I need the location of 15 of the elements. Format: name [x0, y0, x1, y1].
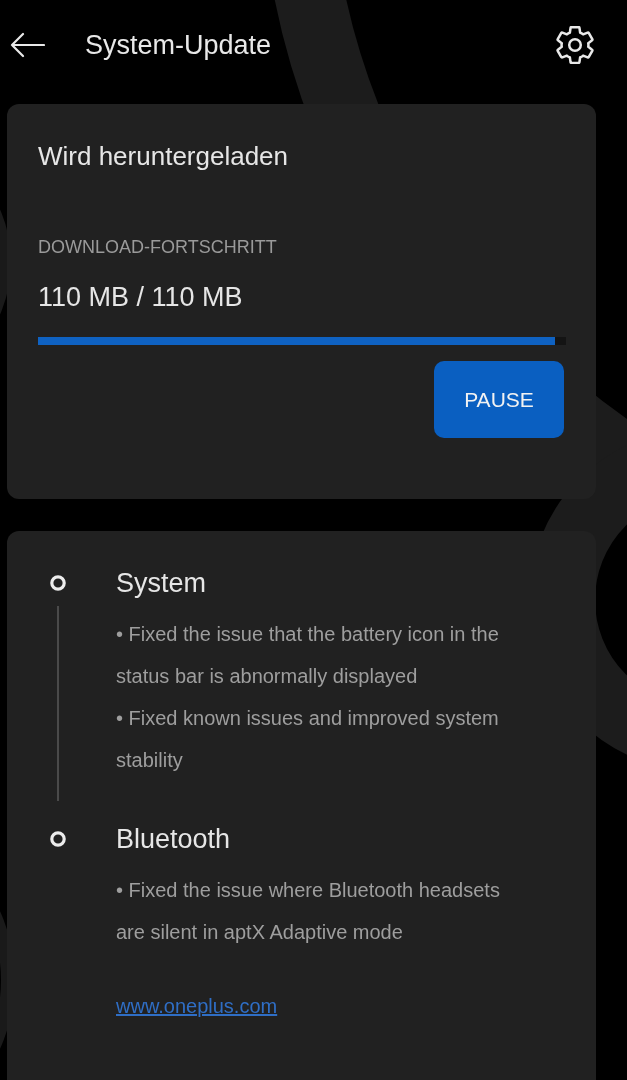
- section-title: System: [116, 567, 207, 600]
- screen-title: System-Update: [85, 29, 273, 61]
- website-link[interactable]: www.oneplus.com: [116, 985, 278, 1027]
- download-status: Wird heruntergeladen: [38, 140, 290, 172]
- section-title: Bluetooth: [116, 823, 231, 856]
- settings-icon[interactable]: [556, 26, 594, 64]
- timeline-ring-icon: [50, 831, 66, 847]
- progress-text: 110 MB / 110 MB: [38, 281, 244, 314]
- changelog-item: • Fixed the issue that the battery icon in the status bar is abnormally displayed: [116, 622, 500, 689]
- changelog-item: • Fixed the issue where Bluetooth headsets are silent in aptX Adaptive mode: [116, 878, 501, 945]
- back-arrow-icon[interactable]: [10, 32, 45, 58]
- progress-label: DOWNLOAD-FORTSCHRITT: [38, 236, 278, 259]
- pause-button[interactable]: PAUSE: [434, 361, 564, 438]
- changelog-item: • Fixed known issues and improved system stability: [116, 706, 500, 773]
- timeline-ring-icon: [50, 575, 66, 591]
